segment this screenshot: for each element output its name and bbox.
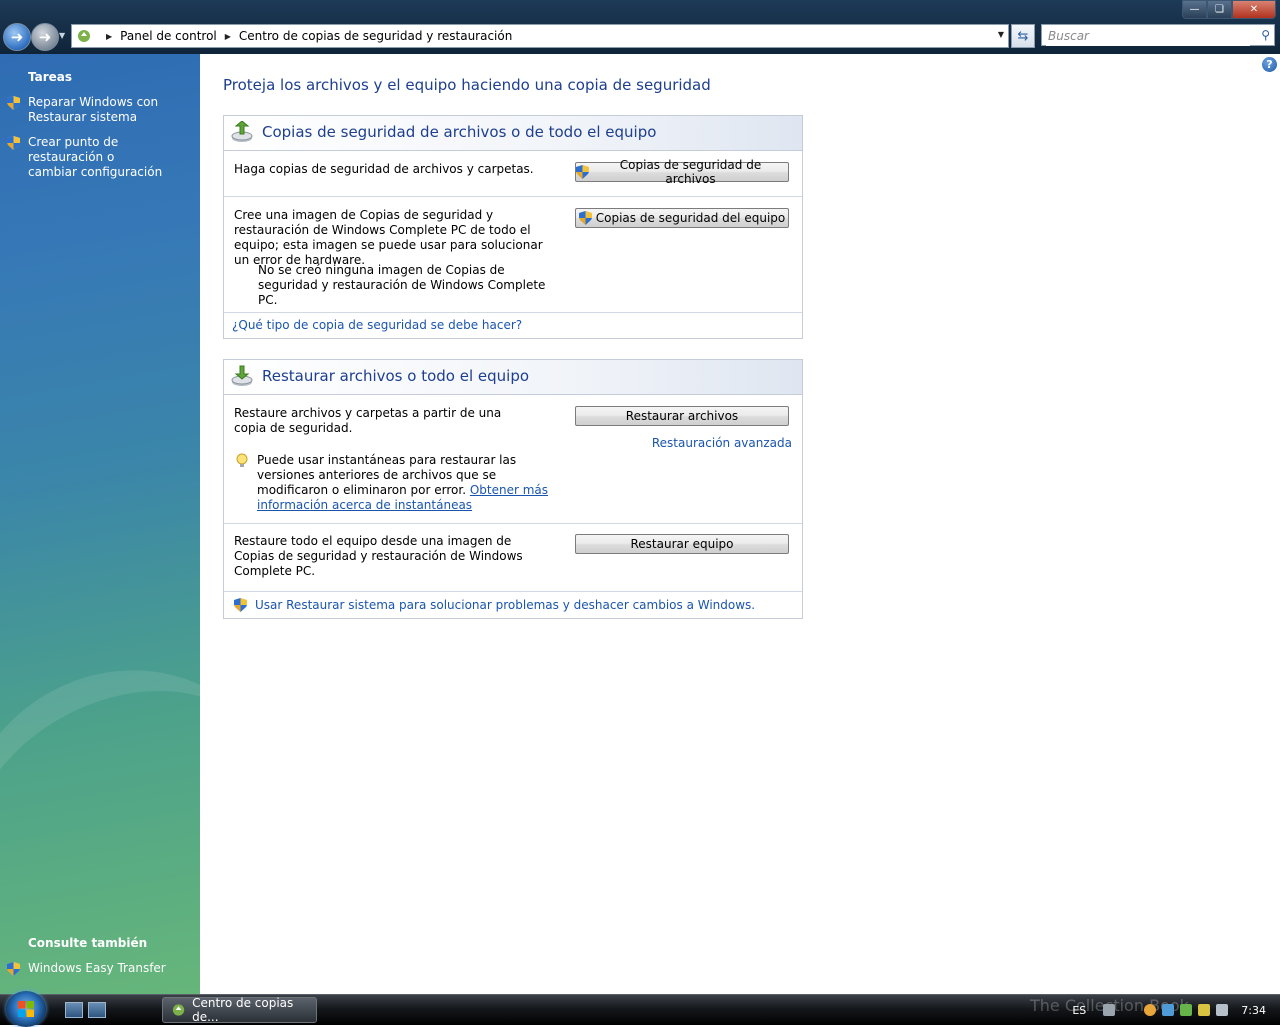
tasks-heading: Tareas xyxy=(28,70,73,84)
refresh-button[interactable]: ⇆ xyxy=(1011,24,1035,48)
button-label: Copias de seguridad del equipo xyxy=(595,211,786,225)
help-icon[interactable]: ? xyxy=(1262,57,1277,72)
snapshot-tip: Puede usar instantáneas para restaurar l… xyxy=(257,453,555,513)
uac-shield-icon xyxy=(7,136,20,150)
breadcrumb-separator-icon[interactable]: ▶ xyxy=(106,32,112,41)
restore-files-button[interactable]: Restaurar archivos xyxy=(575,406,789,426)
restore-pc-description: Restaure todo el equipo desde una imagen… xyxy=(234,534,523,578)
keyboard-icon[interactable] xyxy=(1103,1004,1116,1016)
page-title: Proteja los archivos y el equipo haciend… xyxy=(223,76,711,94)
uac-shield-icon xyxy=(7,962,20,976)
volume-icon[interactable] xyxy=(1216,1004,1229,1016)
task-label: Restaurar sistema xyxy=(28,110,138,124)
refresh-icon: ⇆ xyxy=(1017,28,1029,44)
file-backup-row: Haga copias de seguridad de archivos y c… xyxy=(224,151,802,197)
button-label: Copias de seguridad de archivos xyxy=(619,158,762,186)
maximize-button[interactable]: ❏ xyxy=(1207,0,1232,19)
task-pane: Tareas Reparar Windows con Restaurar sis… xyxy=(0,54,200,994)
show-desktop-icon[interactable] xyxy=(88,1002,106,1018)
backup-center-icon xyxy=(78,30,90,42)
restore-section: Restaurar archivos o todo el equipo Rest… xyxy=(223,359,803,619)
security-alert-icon[interactable] xyxy=(1144,1004,1157,1016)
restore-section-title: Restaurar archivos o todo el equipo xyxy=(262,367,530,385)
backup-section-title: Copias de seguridad de archivos o de tod… xyxy=(262,123,657,141)
minimize-button[interactable]: — xyxy=(1182,0,1207,19)
arrow-right-icon: ➜ xyxy=(38,28,52,46)
backup-icon xyxy=(231,121,253,142)
task-label: Reparar Windows con xyxy=(28,95,159,109)
taskbar-window-label: Centro de copias de... xyxy=(192,996,294,1024)
backup-type-help-link[interactable]: ¿Qué tipo de copia de seguridad se debe … xyxy=(232,318,522,333)
restore-pc-row: Restaure todo el equipo desde una imagen… xyxy=(224,524,802,592)
address-bar[interactable]: ▶ Panel de control ▶ Centro de copias de… xyxy=(71,24,1009,48)
backup-center-icon xyxy=(172,1004,185,1016)
window-controls: — ❏ ✕ xyxy=(1182,0,1276,19)
backup-section-header: Copias de seguridad de archivos o de tod… xyxy=(224,116,802,151)
button-label: Restaurar equipo xyxy=(630,537,734,551)
file-backup-description: Haga copias de seguridad de archivos y c… xyxy=(234,162,534,176)
taskbar: Centro de copias de... The Collection Bo… xyxy=(0,991,1280,1027)
restore-section-header: Restaurar archivos o todo el equipo xyxy=(224,360,802,395)
backup-computer-button[interactable]: Copias de seguridad del equipo xyxy=(575,208,789,228)
start-button[interactable] xyxy=(6,991,46,1027)
pc-backup-row: Cree una imagen de Copias de seguridad y… xyxy=(224,197,802,313)
switch-windows-icon[interactable] xyxy=(65,1002,83,1018)
backup-section: Copias de seguridad de archivos o de tod… xyxy=(223,115,803,339)
uac-shield-icon xyxy=(7,96,20,110)
breadcrumb-control-panel[interactable]: Panel de control xyxy=(120,29,217,43)
clock[interactable]: 7:34 xyxy=(1241,1004,1266,1017)
back-button[interactable]: ➜ xyxy=(3,23,31,51)
uac-shield-icon xyxy=(578,211,592,225)
pc-backup-description: Cree una imagen de Copias de seguridad y… xyxy=(234,208,543,267)
restore-computer-button[interactable]: Restaurar equipo xyxy=(575,534,789,554)
uac-shield-icon xyxy=(234,598,247,612)
system-restore-link[interactable]: Usar Restaurar sistema para solucionar p… xyxy=(255,598,755,613)
language-indicator[interactable]: ES xyxy=(1072,1004,1086,1017)
task-repair-windows-link[interactable]: Reparar Windows con Restaurar sistema xyxy=(28,95,193,125)
pc-backup-status: No se creó ninguna imagen de Copias de s… xyxy=(258,263,546,307)
task-label: Crear punto de restauración o xyxy=(28,135,119,164)
search-input[interactable] xyxy=(1046,26,1250,46)
taskbar-window-button[interactable]: Centro de copias de... xyxy=(162,996,317,1024)
task-label: cambiar configuración xyxy=(28,165,163,179)
network-icon[interactable] xyxy=(1162,1004,1175,1016)
backup-help-row: ¿Qué tipo de copia de seguridad se debe … xyxy=(224,313,802,338)
safe-remove-icon[interactable] xyxy=(1180,1004,1193,1016)
system-restore-row: Usar Restaurar sistema para solucionar p… xyxy=(224,592,802,618)
search-icon[interactable]: ⚲ xyxy=(1261,28,1270,42)
system-tray: ES 7:34 xyxy=(1072,995,1280,1025)
restore-files-description: Restaure archivos y carpetas a partir de… xyxy=(234,406,502,435)
address-dropdown-icon[interactable]: ▼ xyxy=(998,30,1004,39)
breadcrumb-separator-icon[interactable]: ▶ xyxy=(225,32,231,41)
arrow-left-icon: ➜ xyxy=(10,28,24,46)
lightbulb-icon xyxy=(236,453,248,467)
uac-shield-icon xyxy=(576,165,589,179)
advanced-restore-link[interactable]: Restauración avanzada xyxy=(652,436,792,451)
breadcrumb-backup-center[interactable]: Centro de copias de seguridad y restaura… xyxy=(239,29,512,43)
power-icon[interactable] xyxy=(1198,1004,1211,1016)
search-box[interactable]: ⚲ xyxy=(1041,24,1275,46)
restore-icon xyxy=(231,365,253,386)
restore-files-row: Restaure archivos y carpetas a partir de… xyxy=(224,395,802,524)
recent-pages-dropdown[interactable]: ▼ xyxy=(59,31,65,40)
windows-logo-icon xyxy=(18,1001,34,1017)
backup-files-button[interactable]: Copias de seguridad de archivos xyxy=(575,158,789,186)
window-chrome: — ❏ ✕ ➜ ➜ ▼ ▶ Panel de control ▶ Centro … xyxy=(0,0,1280,54)
forward-button[interactable]: ➜ xyxy=(31,23,59,51)
task-create-restore-point-link[interactable]: Crear punto de restauración o cambiar co… xyxy=(28,135,193,180)
close-button[interactable]: ✕ xyxy=(1232,0,1276,19)
see-also-heading: Consulte también xyxy=(28,936,148,950)
see-also-easy-transfer-link[interactable]: Windows Easy Transfer xyxy=(28,961,193,976)
button-label: Restaurar archivos xyxy=(625,409,739,423)
